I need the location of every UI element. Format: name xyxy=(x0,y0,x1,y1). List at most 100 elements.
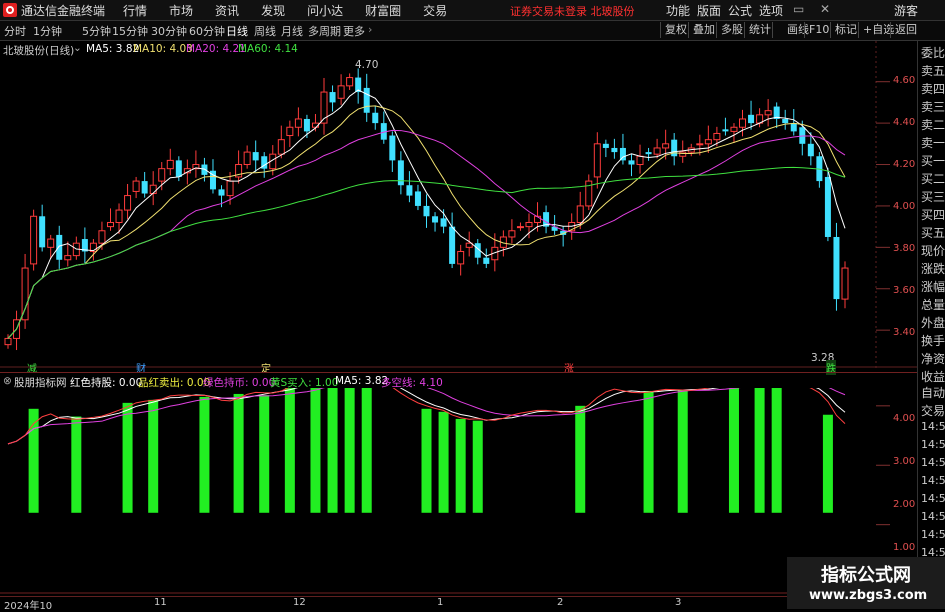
period-more[interactable]: 更多 xyxy=(343,23,365,39)
candle-body xyxy=(30,215,38,265)
candle-body xyxy=(363,87,370,113)
btn-f10[interactable]: F10 xyxy=(804,22,833,38)
quote-field-label: 卖一 xyxy=(921,136,945,150)
candle-body xyxy=(636,155,644,166)
login-notice: 证券交易未登录 北玻股份 xyxy=(510,5,635,18)
period-15min[interactable]: 15分钟 xyxy=(112,23,148,39)
x-tick: 2 xyxy=(557,597,564,608)
quote-field-label: 买五 xyxy=(921,226,945,240)
menu-ask[interactable]: 问小达 xyxy=(307,2,343,19)
menu-layout[interactable]: 版面 xyxy=(697,2,721,19)
btn-back[interactable]: 返回 xyxy=(890,22,921,38)
trade-list-item: 自动 xyxy=(921,386,945,400)
period-intraday[interactable]: 分时 xyxy=(4,23,26,39)
candle-body xyxy=(218,189,225,196)
candle-body xyxy=(833,236,840,300)
candle-body xyxy=(329,92,336,103)
quote-field-label: 净资 xyxy=(921,352,945,366)
watermark: 指标公式网 www.zbgs3.com xyxy=(787,557,945,609)
period-weekly[interactable]: 周线 xyxy=(254,23,276,39)
ind-y-tick: 4.00 xyxy=(893,413,916,424)
candle-body xyxy=(226,180,234,197)
y-tick: 3.60 xyxy=(893,285,916,296)
app-name: 通达信金融终端 xyxy=(21,3,106,18)
btn-overlay[interactable]: 叠加 xyxy=(688,22,719,38)
settings-icon[interactable]: ⊗ xyxy=(3,375,12,387)
signal-bar xyxy=(575,405,586,513)
close-icon[interactable]: ✕ xyxy=(820,2,830,16)
ma20-legend: MA20: 4.21 xyxy=(186,43,246,55)
candle-body xyxy=(414,191,421,206)
x-axis: 2024年10 11 12 1 2 3 xyxy=(0,596,917,612)
candle-body xyxy=(739,118,747,128)
chevron-right-icon[interactable]: › xyxy=(368,23,372,36)
quote-field-label: 卖五 xyxy=(921,64,945,78)
period-60min[interactable]: 60分钟 xyxy=(189,23,225,39)
menu-market[interactable]: 市场 xyxy=(169,2,193,19)
quote-field-label: 卖二 xyxy=(921,118,945,132)
candle-body xyxy=(303,118,310,132)
quote-panel: 委比 卖五 卖四 卖三 卖二 卖一 买一 买二 买三 买四 买五 现价 涨跌 涨幅 总量 外盘 换手 净资 收益 xyxy=(917,41,945,409)
trade-list-item: 14:56 xyxy=(921,438,945,451)
candle-body xyxy=(449,226,456,264)
period-5min[interactable]: 5分钟 xyxy=(82,23,111,39)
x-tick: 12 xyxy=(293,597,306,608)
signal-bar xyxy=(327,388,338,513)
candle-body xyxy=(56,234,63,260)
y-tick: 4.00 xyxy=(893,201,916,212)
menu-discover[interactable]: 发现 xyxy=(261,2,285,19)
btn-multi[interactable]: 多股 xyxy=(716,22,747,38)
x-tick: 3 xyxy=(675,597,682,608)
candlestick-chart[interactable] xyxy=(0,41,917,368)
candle-body xyxy=(132,180,140,192)
guest-label[interactable]: 游客 xyxy=(894,2,918,19)
candle-body xyxy=(576,205,584,223)
period-1min[interactable]: 1分钟 xyxy=(33,23,62,39)
btn-adjust[interactable]: 复权 xyxy=(660,22,691,38)
menu-function[interactable]: 功能 xyxy=(666,2,690,19)
title-bar: 通达信金融终端 行情 市场 资讯 发现 问小达 财富圈 交易 证券交易未登录 北… xyxy=(0,0,945,21)
period-30min[interactable]: 30分钟 xyxy=(151,23,187,39)
period-toolbar: 分时 1分钟 5分钟 15分钟 30分钟 60分钟 日线 周线 月线 多周期 更… xyxy=(0,21,945,41)
menu-options[interactable]: 选项 xyxy=(759,2,783,19)
quote-field-label: 涨幅 xyxy=(921,280,945,294)
period-daily[interactable]: 日线 xyxy=(226,23,248,39)
ind-y-tick: 3.00 xyxy=(893,456,916,467)
candle-body xyxy=(457,250,465,265)
menu-trade[interactable]: 交易 xyxy=(423,2,447,19)
ma5-legend: MA5: 3.82 xyxy=(86,43,140,55)
candle-body xyxy=(790,123,797,132)
candle-body xyxy=(628,160,635,165)
ma-line xyxy=(7,129,846,339)
btn-stats[interactable]: 统计 xyxy=(744,22,775,38)
signal-bar xyxy=(472,420,483,513)
chevron-down-icon[interactable]: ⌄ xyxy=(73,42,82,54)
candle-body xyxy=(653,147,661,155)
candle-body xyxy=(432,216,439,223)
period-multi[interactable]: 多周期 xyxy=(308,23,341,39)
candle-body xyxy=(841,267,849,300)
period-monthly[interactable]: 月线 xyxy=(281,23,303,39)
candle-body xyxy=(764,110,772,116)
candle-body xyxy=(508,230,516,238)
btn-mark[interactable]: 标记 xyxy=(830,22,861,38)
menu-wealth[interactable]: 财富圈 xyxy=(365,2,401,19)
trade-list-item: 14:56 xyxy=(921,528,945,541)
candle-body xyxy=(824,176,831,237)
signal-bar xyxy=(421,408,432,513)
candle-body xyxy=(286,126,294,137)
menu-quotes[interactable]: 行情 xyxy=(123,2,147,19)
y-tick: 4.20 xyxy=(893,159,916,170)
ind-y-tick: 1.00 xyxy=(893,542,916,553)
indicator-chart[interactable] xyxy=(0,388,917,596)
signal-bar xyxy=(284,388,295,513)
signal-bar xyxy=(71,416,82,513)
menu-formula[interactable]: 公式 xyxy=(728,2,752,19)
candle-body xyxy=(782,118,789,124)
candle-body xyxy=(602,143,609,148)
signal-bar xyxy=(148,399,159,513)
quote-field-label: 买二 xyxy=(921,172,945,186)
minimize-icon[interactable]: ▭ xyxy=(793,2,804,16)
candle-body xyxy=(696,143,704,146)
menu-news[interactable]: 资讯 xyxy=(215,2,239,19)
